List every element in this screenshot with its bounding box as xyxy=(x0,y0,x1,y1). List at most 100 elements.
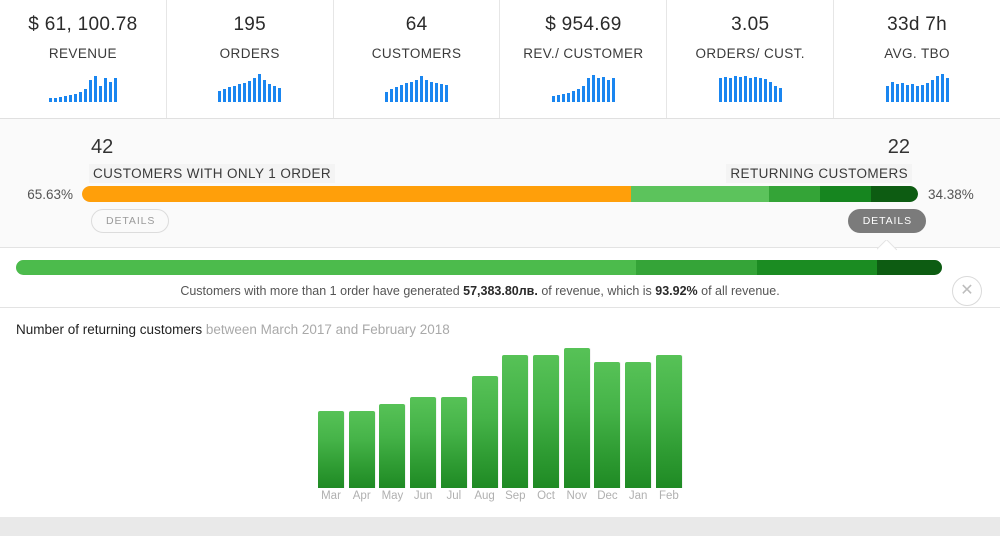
sparkline-bar xyxy=(911,84,914,102)
sparkline-bar xyxy=(273,86,276,102)
close-icon[interactable]: ✕ xyxy=(952,276,982,306)
sparkline-bar xyxy=(886,86,889,102)
chart-bar-column[interactable] xyxy=(533,340,559,488)
chart-bar-column[interactable] xyxy=(564,340,590,488)
sparkline-bar xyxy=(921,85,924,102)
chart-bar[interactable] xyxy=(318,411,344,488)
chart-bar[interactable] xyxy=(625,362,651,488)
detail-text-before: Customers with more than 1 order have ge… xyxy=(180,284,463,298)
chart-bar-column[interactable] xyxy=(502,340,528,488)
single-order-count: 42 xyxy=(91,136,113,159)
chart-x-label: Jun xyxy=(410,490,436,502)
kpi-card-orders-cust[interactable]: 3.05 ORDERS/ CUST. xyxy=(666,0,833,118)
chart-bar-column[interactable] xyxy=(625,340,651,488)
split-bar-row: 65.63% 34.38% xyxy=(0,181,1000,207)
kpi-label: ORDERS xyxy=(220,46,280,61)
kpi-card-orders[interactable]: 195ORDERS xyxy=(166,0,333,118)
chart-bar-column[interactable] xyxy=(594,340,620,488)
chart-bar-column[interactable] xyxy=(472,340,498,488)
chart-x-label: Nov xyxy=(564,490,590,502)
kpi-card-customers[interactable]: 64 CUSTOMERS xyxy=(333,0,500,118)
sparkline-bar xyxy=(906,85,909,102)
sparkline-bar xyxy=(901,83,904,102)
kpi-value: 64 xyxy=(406,14,428,37)
chart-bar[interactable] xyxy=(472,376,498,488)
chart-x-label: Aug xyxy=(472,490,498,502)
split-progress-bar[interactable] xyxy=(82,186,918,202)
sparkline-bar xyxy=(587,78,590,102)
chart-bar[interactable] xyxy=(564,348,590,488)
sparkline-bar xyxy=(567,93,570,102)
chart-bar-column[interactable] xyxy=(656,340,682,488)
chart-bar[interactable] xyxy=(533,355,559,488)
sparkline-bar xyxy=(769,82,772,102)
sparkline-chart xyxy=(49,72,117,102)
sparkline-bar xyxy=(891,82,894,102)
chart-bar-column[interactable] xyxy=(410,340,436,488)
sparkline-bar xyxy=(557,95,560,102)
sparkline-bar xyxy=(435,83,438,102)
sparkline-chart xyxy=(886,72,949,102)
sparkline-bar xyxy=(400,85,403,102)
sparkline-bar xyxy=(59,97,62,102)
chart-bar[interactable] xyxy=(656,355,682,488)
returning-details-button[interactable]: DETAILS xyxy=(848,209,926,233)
split-bar-segment-returning-1 xyxy=(631,186,769,202)
kpi-label: ORDERS/ CUST. xyxy=(695,46,804,61)
kpi-card-avg-tbo[interactable]: 33d 7hAVG. TBO xyxy=(833,0,1000,118)
sparkline-bar xyxy=(268,84,271,102)
chart-x-label: Feb xyxy=(656,490,682,502)
chart-x-label: Jul xyxy=(441,490,467,502)
kpi-value: 33d 7h xyxy=(887,14,947,37)
detail-text-after: of all revenue. xyxy=(698,284,780,298)
single-order-details-button[interactable]: DETAILS xyxy=(91,209,169,233)
kpi-value: $ 61, 100.78 xyxy=(28,14,137,37)
sparkline-bar xyxy=(425,80,428,102)
sparkline-bar xyxy=(719,78,722,102)
sparkline-bar xyxy=(445,85,448,102)
sparkline-bar xyxy=(104,78,107,102)
chart-bar[interactable] xyxy=(410,397,436,488)
sparkline-bar xyxy=(405,83,408,102)
kpi-value: 3.05 xyxy=(731,14,769,37)
revenue-detail-panel: Customers with more than 1 order have ge… xyxy=(0,248,1000,308)
sparkline-bar xyxy=(612,78,615,102)
chart-bar[interactable] xyxy=(441,397,467,488)
dashboard-root: $ 61, 100.78REVENUE195ORDERS 64 CUSTOMERS $… xyxy=(0,0,1000,536)
sparkline-bar xyxy=(597,78,600,102)
sparkline-bar xyxy=(582,86,585,102)
chart-bar-column[interactable] xyxy=(441,340,467,488)
sparkline-chart xyxy=(385,72,448,102)
sparkline-bar xyxy=(390,89,393,102)
sparkline-bar xyxy=(916,86,919,102)
chart-bar-column[interactable] xyxy=(318,340,344,488)
kpi-card-revenue[interactable]: $ 61, 100.78REVENUE xyxy=(0,0,166,118)
returning-count: 22 xyxy=(888,136,910,159)
chart-x-label: Mar xyxy=(318,490,344,502)
chart-bar[interactable] xyxy=(502,355,528,488)
kpi-card-rev-customer[interactable]: $ 954.69REV./ CUSTOMER xyxy=(499,0,666,118)
revenue-detail-bar xyxy=(16,260,942,275)
chart-bar[interactable] xyxy=(349,411,375,488)
sparkline-bar xyxy=(739,77,742,102)
chart-x-label: Apr xyxy=(349,490,375,502)
sparkline-bar xyxy=(49,98,52,102)
customer-split-section: 42 CUSTOMERS WITH ONLY 1 ORDER 22 RETURN… xyxy=(0,119,1000,248)
sparkline-bar xyxy=(415,80,418,102)
sparkline-bar xyxy=(729,78,732,102)
sparkline-bar xyxy=(420,76,423,102)
sparkline-bar xyxy=(74,94,77,102)
detail-text-middle: of revenue, which is xyxy=(538,284,655,298)
chart-x-label: May xyxy=(379,490,405,502)
chart-bar-column[interactable] xyxy=(379,340,405,488)
detail-bar-segment-revenue-seg-2 xyxy=(636,260,756,275)
sparkline-bar xyxy=(223,89,226,102)
sparkline-bar xyxy=(218,91,221,102)
kpi-value: $ 954.69 xyxy=(545,14,621,37)
sparkline-chart xyxy=(719,72,782,102)
chart-title: Number of returning customers between Ma… xyxy=(16,322,1000,337)
chart-bar[interactable] xyxy=(594,362,620,488)
chart-bar[interactable] xyxy=(379,404,405,488)
kpi-label: CUSTOMERS xyxy=(372,46,462,61)
chart-bar-column[interactable] xyxy=(349,340,375,488)
